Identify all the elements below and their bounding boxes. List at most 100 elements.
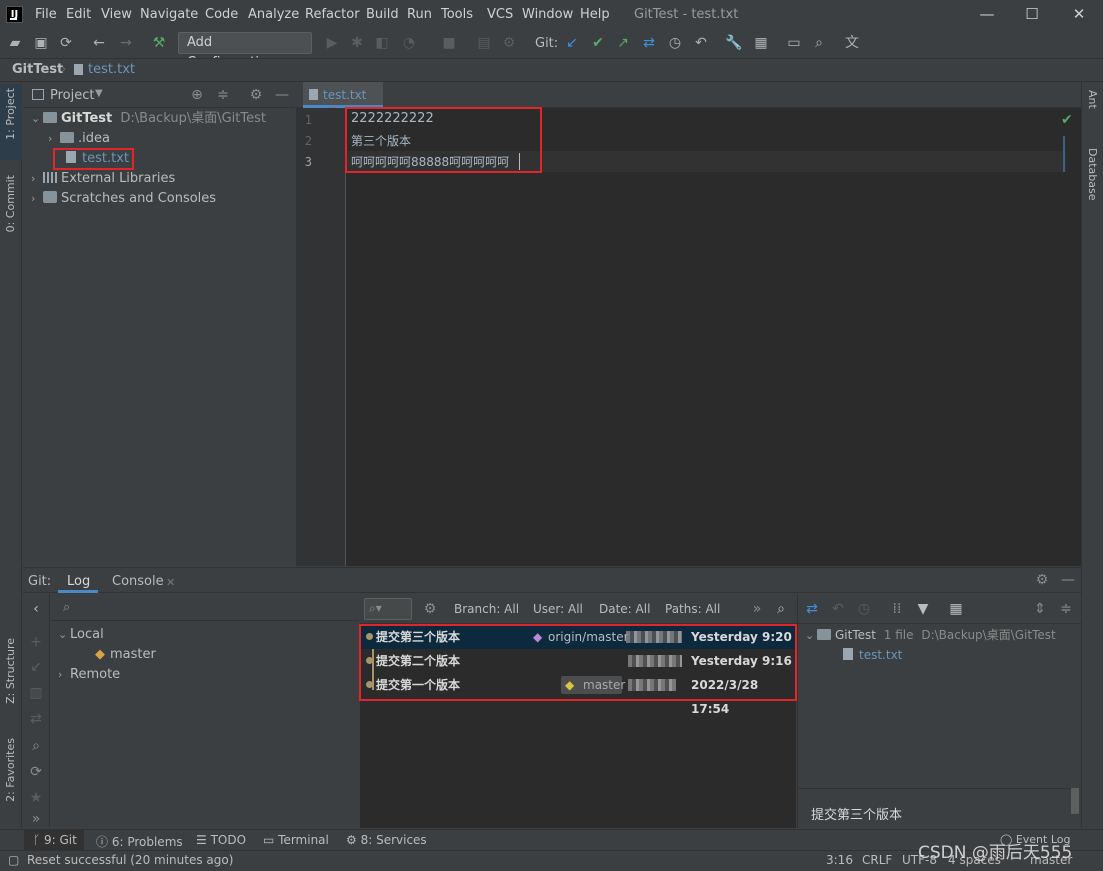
tool-tab-todo[interactable]: ☰ TODO (196, 833, 246, 847)
menu-help[interactable]: Help (580, 7, 610, 22)
tool-tab-terminal[interactable]: ▭ Terminal (263, 833, 329, 847)
star-icon[interactable]: ★ (27, 789, 45, 807)
minimize-icon[interactable]: — (977, 5, 997, 23)
branch-remote[interactable]: › Remote (58, 665, 120, 685)
chevron-down-icon[interactable]: ▼ (95, 88, 103, 99)
gear-run-icon[interactable]: ⚙ (500, 34, 518, 52)
tree-item-idea[interactable]: › .idea (48, 129, 110, 149)
project-view-selector[interactable]: Project (50, 88, 94, 103)
tool-tab-services[interactable]: ⚙ 8: Services (346, 833, 427, 847)
settings-gear-icon[interactable]: ⚙ (421, 600, 439, 618)
log-search-input[interactable]: ⌕▾ (364, 598, 412, 620)
tab-structure[interactable]: Z: Structure (4, 638, 17, 704)
menu-window[interactable]: Window (522, 7, 573, 22)
git-push-icon[interactable]: ↗ (614, 34, 632, 52)
history-icon[interactable]: ◷ (666, 34, 684, 52)
update-icon[interactable]: ↙ (27, 658, 45, 676)
tab-database[interactable]: Database (1086, 148, 1099, 201)
tool-tab-problems[interactable]: ⓘ 6: Problems (96, 833, 183, 850)
maximize-icon[interactable]: ☐ (1022, 5, 1042, 23)
collapse-all-icon[interactable]: ≑ (1057, 600, 1075, 618)
hide-panel-icon[interactable]: — (273, 86, 291, 104)
sync-icon[interactable]: ⟳ (57, 34, 75, 52)
close-console-icon[interactable]: ✕ (166, 576, 175, 589)
refresh-icon[interactable]: ⟳ (27, 763, 45, 781)
search-icon[interactable]: ⌕ (27, 737, 45, 755)
filter-icon[interactable]: ▼ (914, 600, 932, 618)
compare-icon[interactable]: ⇄ (27, 710, 45, 728)
menu-view[interactable]: View (101, 7, 132, 22)
filter-paths[interactable]: Paths: All (665, 602, 720, 616)
run-icon[interactable]: ▶ (323, 34, 341, 52)
menu-build[interactable]: Build (366, 7, 399, 22)
project-structure-icon[interactable]: ▦ (752, 34, 770, 52)
menu-code[interactable]: Code (205, 7, 238, 22)
settings-gear-icon[interactable]: ⚙ (1033, 571, 1051, 589)
tool-tab-git[interactable]: ᚴ 9: Git (33, 833, 77, 847)
expand-all-icon[interactable]: ⇕ (1031, 600, 1049, 618)
menu-edit[interactable]: Edit (66, 7, 91, 22)
add-icon[interactable]: + (27, 633, 45, 651)
tree-item-scratches[interactable]: › Scratches and Consoles (31, 189, 216, 209)
tab-commit[interactable]: 0: Commit (4, 175, 17, 232)
inspection-ok-icon[interactable]: ✔ (1061, 112, 1073, 128)
branch-local[interactable]: ⌄ Local (58, 625, 104, 645)
editor-tab-test-txt[interactable]: test.txt ✕ (303, 82, 383, 116)
tab-ant[interactable]: Ant (1086, 90, 1099, 109)
coverage-icon[interactable]: ◧ (373, 34, 391, 52)
forward-icon[interactable]: → (117, 34, 135, 52)
collapse-all-icon[interactable]: ≑ (214, 86, 232, 104)
scrollbar-thumb[interactable] (1071, 788, 1079, 814)
menu-run[interactable]: Run (407, 7, 432, 22)
history-icon[interactable]: ◷ (855, 600, 873, 618)
search-icon[interactable]: ⌕ (772, 600, 790, 618)
stop-icon[interactable]: ■ (440, 34, 458, 52)
tree-item-external-libraries[interactable]: › External Libraries (31, 169, 175, 189)
tab-log[interactable]: Log (67, 574, 90, 589)
profile-icon[interactable]: ◔ (400, 34, 418, 52)
tree-root[interactable]: ⌄ GitTest D:\Backup\桌面\GitTest (31, 109, 266, 129)
attach-icon[interactable]: ▤ (475, 34, 493, 52)
chevron-left-icon[interactable]: ‹ (27, 600, 45, 618)
locate-icon[interactable]: ⊕ (188, 86, 206, 104)
status-layout-icon[interactable]: ▢ (8, 853, 19, 867)
tab-console[interactable]: Console (112, 574, 164, 589)
hide-panel-icon[interactable]: — (1059, 571, 1077, 589)
group-by-icon[interactable]: ⁞⁞ (888, 600, 906, 618)
more-icon[interactable]: » (748, 600, 766, 618)
debug-icon[interactable]: ✱ (348, 34, 366, 52)
more-icon[interactable]: » (27, 810, 45, 828)
settings-gear-icon[interactable]: ⚙ (247, 86, 265, 104)
add-configuration-button[interactable]: Add Configuration... (178, 32, 312, 70)
revert-icon[interactable]: ↶ (829, 600, 847, 618)
filter-user[interactable]: User: All (533, 602, 583, 616)
breadcrumb-file[interactable]: test.txt (88, 62, 135, 77)
terminal-window-icon[interactable]: ▭ (785, 34, 803, 52)
details-root[interactable]: ⌄ GitTest 1 file D:\Backup\桌面\GitTest (805, 625, 1056, 645)
git-commit-icon[interactable]: ✔ (589, 34, 607, 52)
menu-vcs[interactable]: VCS (487, 7, 513, 22)
rollback-icon[interactable]: ↶ (692, 34, 710, 52)
translate-icon[interactable]: 文 (843, 34, 861, 52)
git-merge-icon[interactable]: ⇄ (640, 34, 658, 52)
back-icon[interactable]: ← (90, 34, 108, 52)
branch-master[interactable]: ◆ master (95, 645, 156, 665)
code-editor[interactable] (346, 108, 1081, 566)
save-icon[interactable]: ▣ (32, 34, 50, 52)
build-hammer-icon[interactable]: ⚒ (150, 34, 168, 52)
status-line-separator[interactable]: CRLF (862, 853, 892, 867)
close-icon[interactable]: ✕ (1069, 5, 1089, 23)
layout-icon[interactable]: ▦ (947, 600, 965, 618)
filter-date[interactable]: Date: All (599, 602, 650, 616)
open-folder-icon[interactable]: ▰ (6, 34, 24, 52)
menu-tools[interactable]: Tools (441, 7, 473, 22)
menu-file[interactable]: File (35, 7, 57, 22)
wrench-icon[interactable]: 🔧 (725, 34, 743, 52)
tab-project[interactable]: 1: Project (4, 88, 17, 140)
tab-favorites[interactable]: 2: Favorites (4, 738, 17, 802)
menu-refactor[interactable]: Refactor (305, 7, 360, 22)
status-caret-position[interactable]: 3:16 (826, 853, 853, 867)
git-update-icon[interactable]: ↙ (563, 34, 581, 52)
show-diff-icon[interactable]: ⇄ (803, 600, 821, 618)
branch-search-input[interactable]: ⌕ (51, 597, 359, 621)
